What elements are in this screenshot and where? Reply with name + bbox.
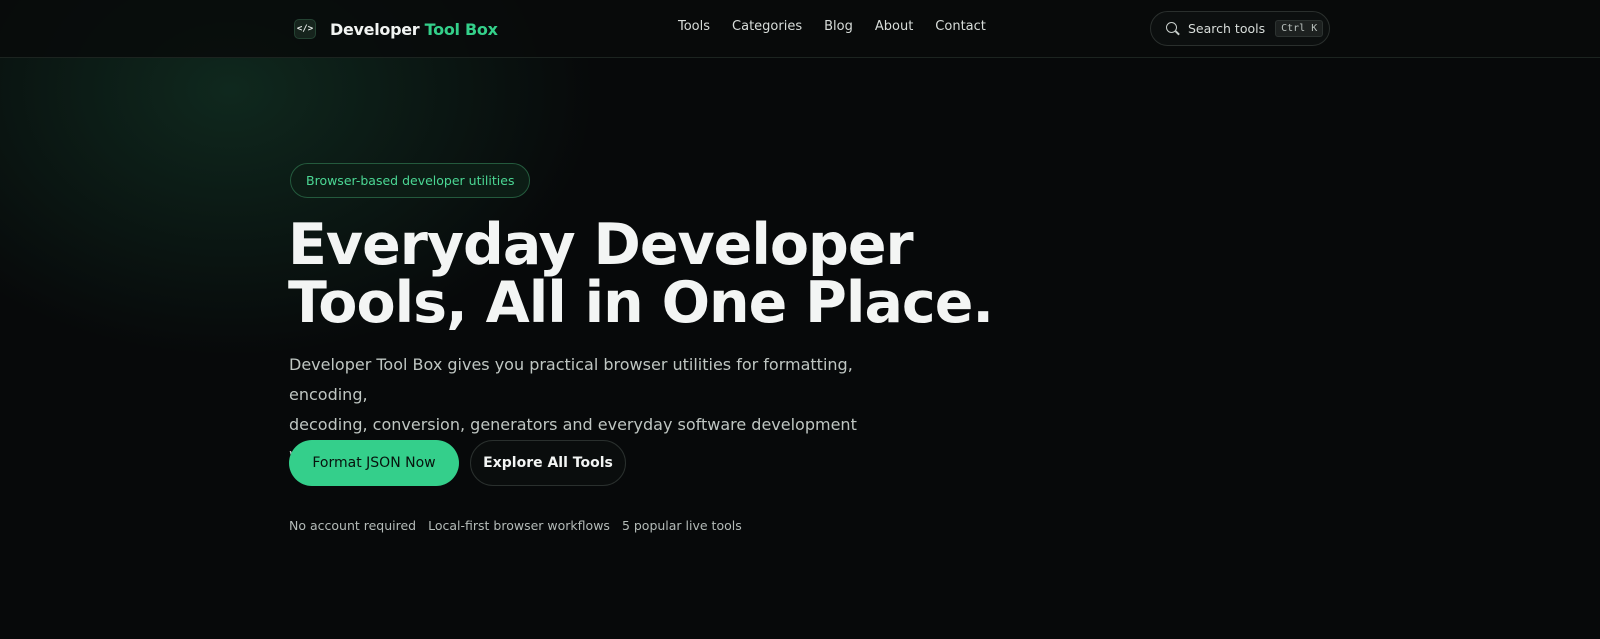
format-json-button[interactable]: Format JSON Now [289,440,459,486]
feature-item: No account required [289,518,417,533]
brand-name: Developer Tool Box [330,20,498,39]
nav-link-categories[interactable]: Categories [732,19,802,34]
feature-item: Local-first browser workflows [428,518,610,533]
hero-badge: Browser-based developer utilities [290,163,531,198]
nav-link-tools[interactable]: Tools [678,19,710,34]
nav-link-blog[interactable]: Blog [824,19,853,34]
page: </> Developer Tool Box Tools Categories … [0,0,1600,639]
feature-item: 5 popular live tools [621,518,742,533]
hero-headline-line1: Everyday Developer [288,212,914,278]
keyboard-shortcut-badge: Ctrl K [1275,20,1324,37]
code-brackets-icon: </> [294,19,316,39]
brand-name-part2: Tool Box [424,19,498,39]
top-navbar: </> Developer Tool Box Tools Categories … [0,0,1600,58]
brand-name-part1: Developer [330,19,420,39]
nav-links: Tools Categories Blog About Contact [678,19,986,34]
explore-tools-button[interactable]: Explore All Tools [470,440,626,486]
feature-list: No account required Local-first browser … [289,518,742,533]
brand-logo[interactable]: </> Developer Tool Box [294,18,498,40]
search-label: Search tools [1188,21,1266,36]
hero-subtext-line1: Developer Tool Box gives you practical b… [289,355,853,404]
hero-headline: Everyday Developer Tools, All in One Pla… [288,216,1188,332]
nav-link-contact[interactable]: Contact [935,19,986,34]
nav-link-about[interactable]: About [875,19,913,34]
hero-headline-line2: Tools, All in One Place. [288,270,994,336]
search-icon [1166,21,1180,36]
search-button[interactable]: Search tools Ctrl K [1150,11,1330,46]
